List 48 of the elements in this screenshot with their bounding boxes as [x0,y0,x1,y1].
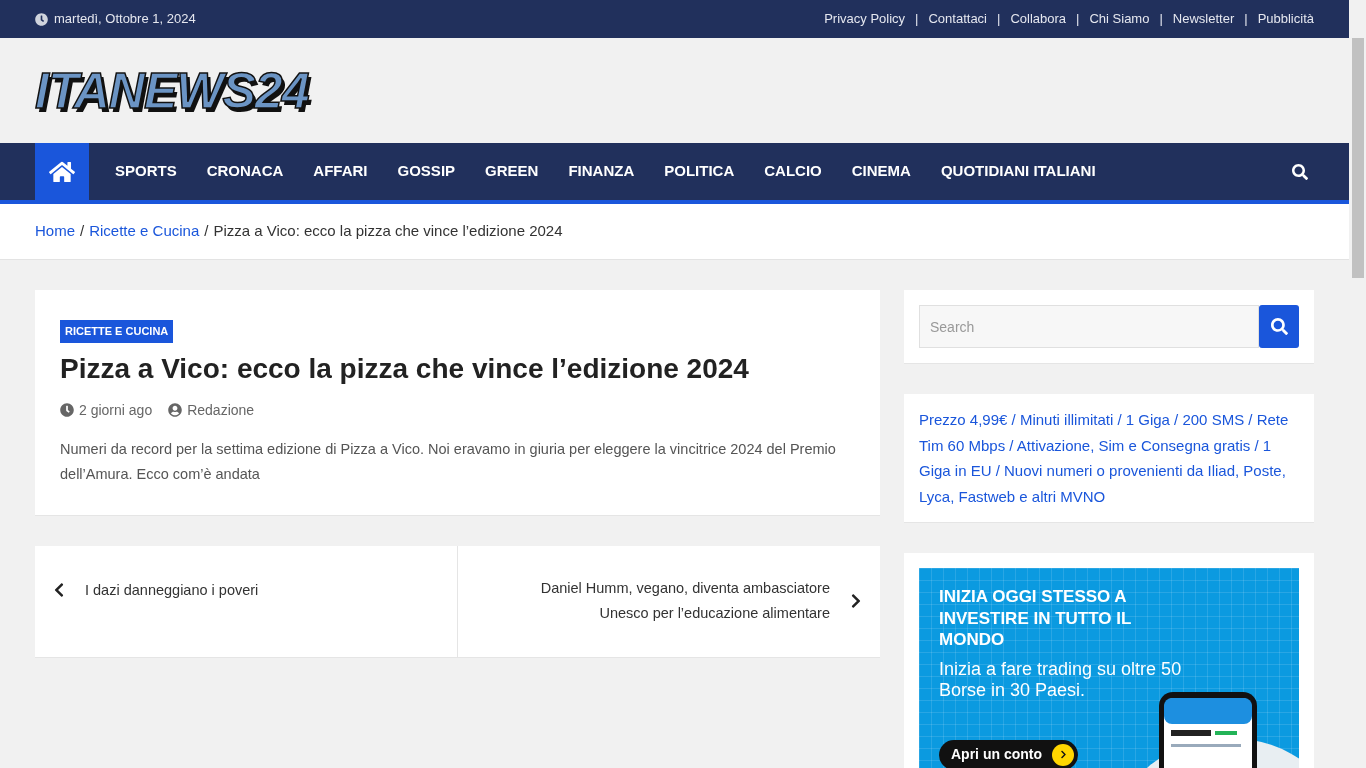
search-field[interactable]: Search [919,305,1259,348]
user-icon [168,403,183,417]
breadcrumb-link[interactable]: Ricette e Cucina [89,220,200,243]
top-link[interactable]: Chi Siamo [1089,9,1150,29]
breadcrumb-current: Pizza a Vico: ecco la pizza che vince l’edizione 2024 [213,221,563,242]
search-icon[interactable] [1292,163,1308,180]
previous-post-link[interactable]: I dazi danneggiano i poveri [35,545,458,657]
clock-icon [60,403,74,417]
category-tag[interactable]: RICETTE E CUCINA [60,320,174,343]
link-separator: | [1243,10,1249,29]
home-nav-button[interactable] [35,143,89,200]
top-link[interactable]: Contattaci [928,9,987,29]
search-icon [1270,318,1288,335]
nav-item[interactable]: AFFARI [298,143,383,200]
current-date: martedì, Ottobre 1, 2024 [54,10,196,29]
nav-item[interactable]: QUOTIDIANI ITALIANI [925,143,1111,200]
article-title[interactable]: Pizza a Vico: ecco la pizza che vince l’edizione 2024 [60,350,749,387]
link-separator: | [996,10,1002,29]
chevron-right-icon [850,593,862,609]
link-separator: | [914,10,920,29]
post-date[interactable]: 2 giorni ago [79,399,153,421]
clock-icon [35,12,48,26]
post-author[interactable]: Redazione [187,399,255,421]
ad-headline: INIZIA OGGI STESSO A INVESTIRE IN TUTTO IL MONDO [939,586,1133,651]
chevron-left-icon [53,581,65,598]
search-button[interactable] [1259,305,1299,348]
nav-item[interactable]: FINANZA [553,143,650,200]
nav-item[interactable]: CRONACA [191,143,299,200]
ad-banner[interactable]: INIZIA OGGI STESSO A INVESTIRE IN TUTTO IL MONDO Inizia a fare trading su oltre 50 Borse in 30 Paesi. Apri un conto [919,568,1299,768]
link-separator: | [1075,10,1081,29]
open-account-button[interactable]: Apri un conto [939,739,1078,768]
breadcrumb-separator: / [79,221,86,242]
nav-item[interactable]: CALCIO [749,143,837,200]
top-link[interactable]: Privacy Policy [824,9,906,29]
nav-item[interactable]: POLITICA [649,143,750,200]
nav-item[interactable]: GOSSIP [382,143,471,200]
top-link[interactable]: Newsletter [1172,9,1235,29]
top-link[interactable]: Collabora [1010,9,1067,29]
article-excerpt: Numeri da record per la settima edizione di Pizza a Vico. Noi eravamo in giuria per eleggere la vincitrice 2024 del Premio dell’Amura. Ecco com’è andata [60,439,837,484]
breadcrumb-link[interactable]: Home [35,220,75,243]
breadcrumb-separator: / [203,221,210,242]
nav-item[interactable]: CINEMA [836,143,926,200]
next-post-link[interactable]: Daniel Humm, vegano, diventa ambasciatore Unesco per l’educazione alimentare [458,545,880,657]
top-link[interactable]: Pubblicità [1257,9,1314,29]
nav-item[interactable]: SPORTS [100,143,192,200]
ad-subline: Inizia a fare trading su oltre 50 Borse in 30 Paesi. [939,658,1183,702]
link-separator: | [1158,10,1164,29]
nav-item[interactable]: GREEN [470,143,554,200]
